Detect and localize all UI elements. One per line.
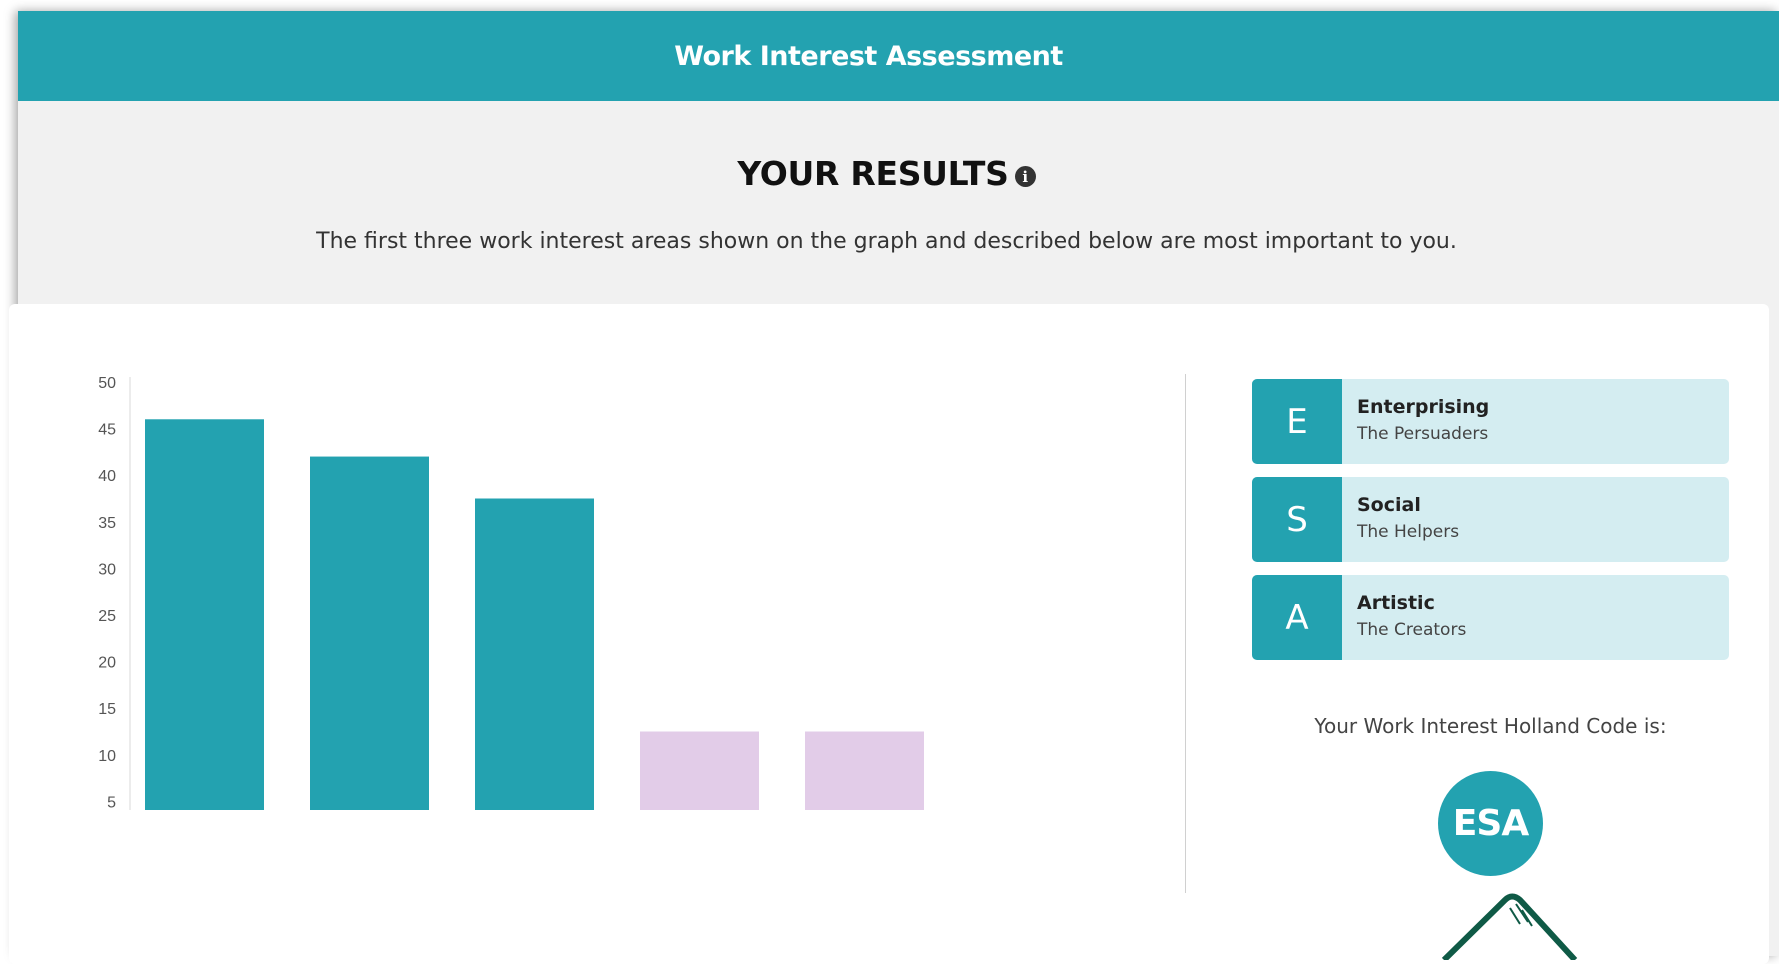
y-tick-label: 35 (98, 515, 116, 532)
interest-bar-chart: 05101520253035404550EnterprisingSocialAr… (98, 375, 924, 810)
interest-letter: E (1252, 379, 1342, 464)
interest-name: Artistic (1357, 592, 1435, 614)
interest-description: The Persuaders (1357, 424, 1489, 444)
y-tick-label: 15 (98, 701, 116, 718)
y-tick-label: 30 (98, 561, 116, 578)
holland-code-label: Your Work Interest Holland Code is: (1314, 714, 1667, 738)
vertical-divider (1185, 374, 1186, 893)
results-heading: YOUR RESULTS i (0, 154, 1779, 193)
interest-name: Enterprising (1357, 396, 1490, 418)
results-subtitle: The first three work interest areas show… (0, 229, 1779, 254)
interest-letter: A (1252, 575, 1342, 660)
bar-artistic (475, 498, 594, 810)
results-subtitle-text: The first three work interest areas show… (316, 229, 1457, 254)
bar-social (310, 456, 429, 810)
interest-item-artistic[interactable]: A Artistic The Creators (1252, 575, 1729, 660)
bar-realistic (805, 731, 924, 810)
interest-description: The Creators (1357, 620, 1467, 640)
y-tick-label: 20 (98, 655, 116, 672)
bar-enterprising (145, 419, 264, 810)
interest-letter: S (1252, 477, 1342, 562)
interest-description: The Helpers (1357, 522, 1460, 542)
info-circle-icon[interactable]: i (1014, 166, 1036, 187)
pointer-arrow-icon (1441, 893, 1578, 960)
y-tick-label: 45 (98, 422, 116, 439)
y-tick-label: 10 (98, 748, 116, 765)
holland-code-badge: ESA (1438, 771, 1543, 876)
header-bar: Work Interest Assessment (18, 11, 1779, 101)
bar-conventional (640, 731, 759, 810)
y-tick-label: 25 (98, 608, 116, 625)
results-title: YOUR RESULTS (737, 154, 1009, 193)
interest-name: Social (1357, 494, 1421, 516)
y-tick-label: 5 (107, 794, 116, 810)
interest-item-social[interactable]: S Social The Helpers (1252, 477, 1729, 562)
y-tick-label: 40 (98, 468, 116, 485)
y-tick-label: 50 (98, 375, 116, 392)
app-title: Work Interest Assessment (674, 40, 1063, 72)
interest-item-enterprising[interactable]: E Enterprising The Persuaders (1252, 379, 1729, 464)
